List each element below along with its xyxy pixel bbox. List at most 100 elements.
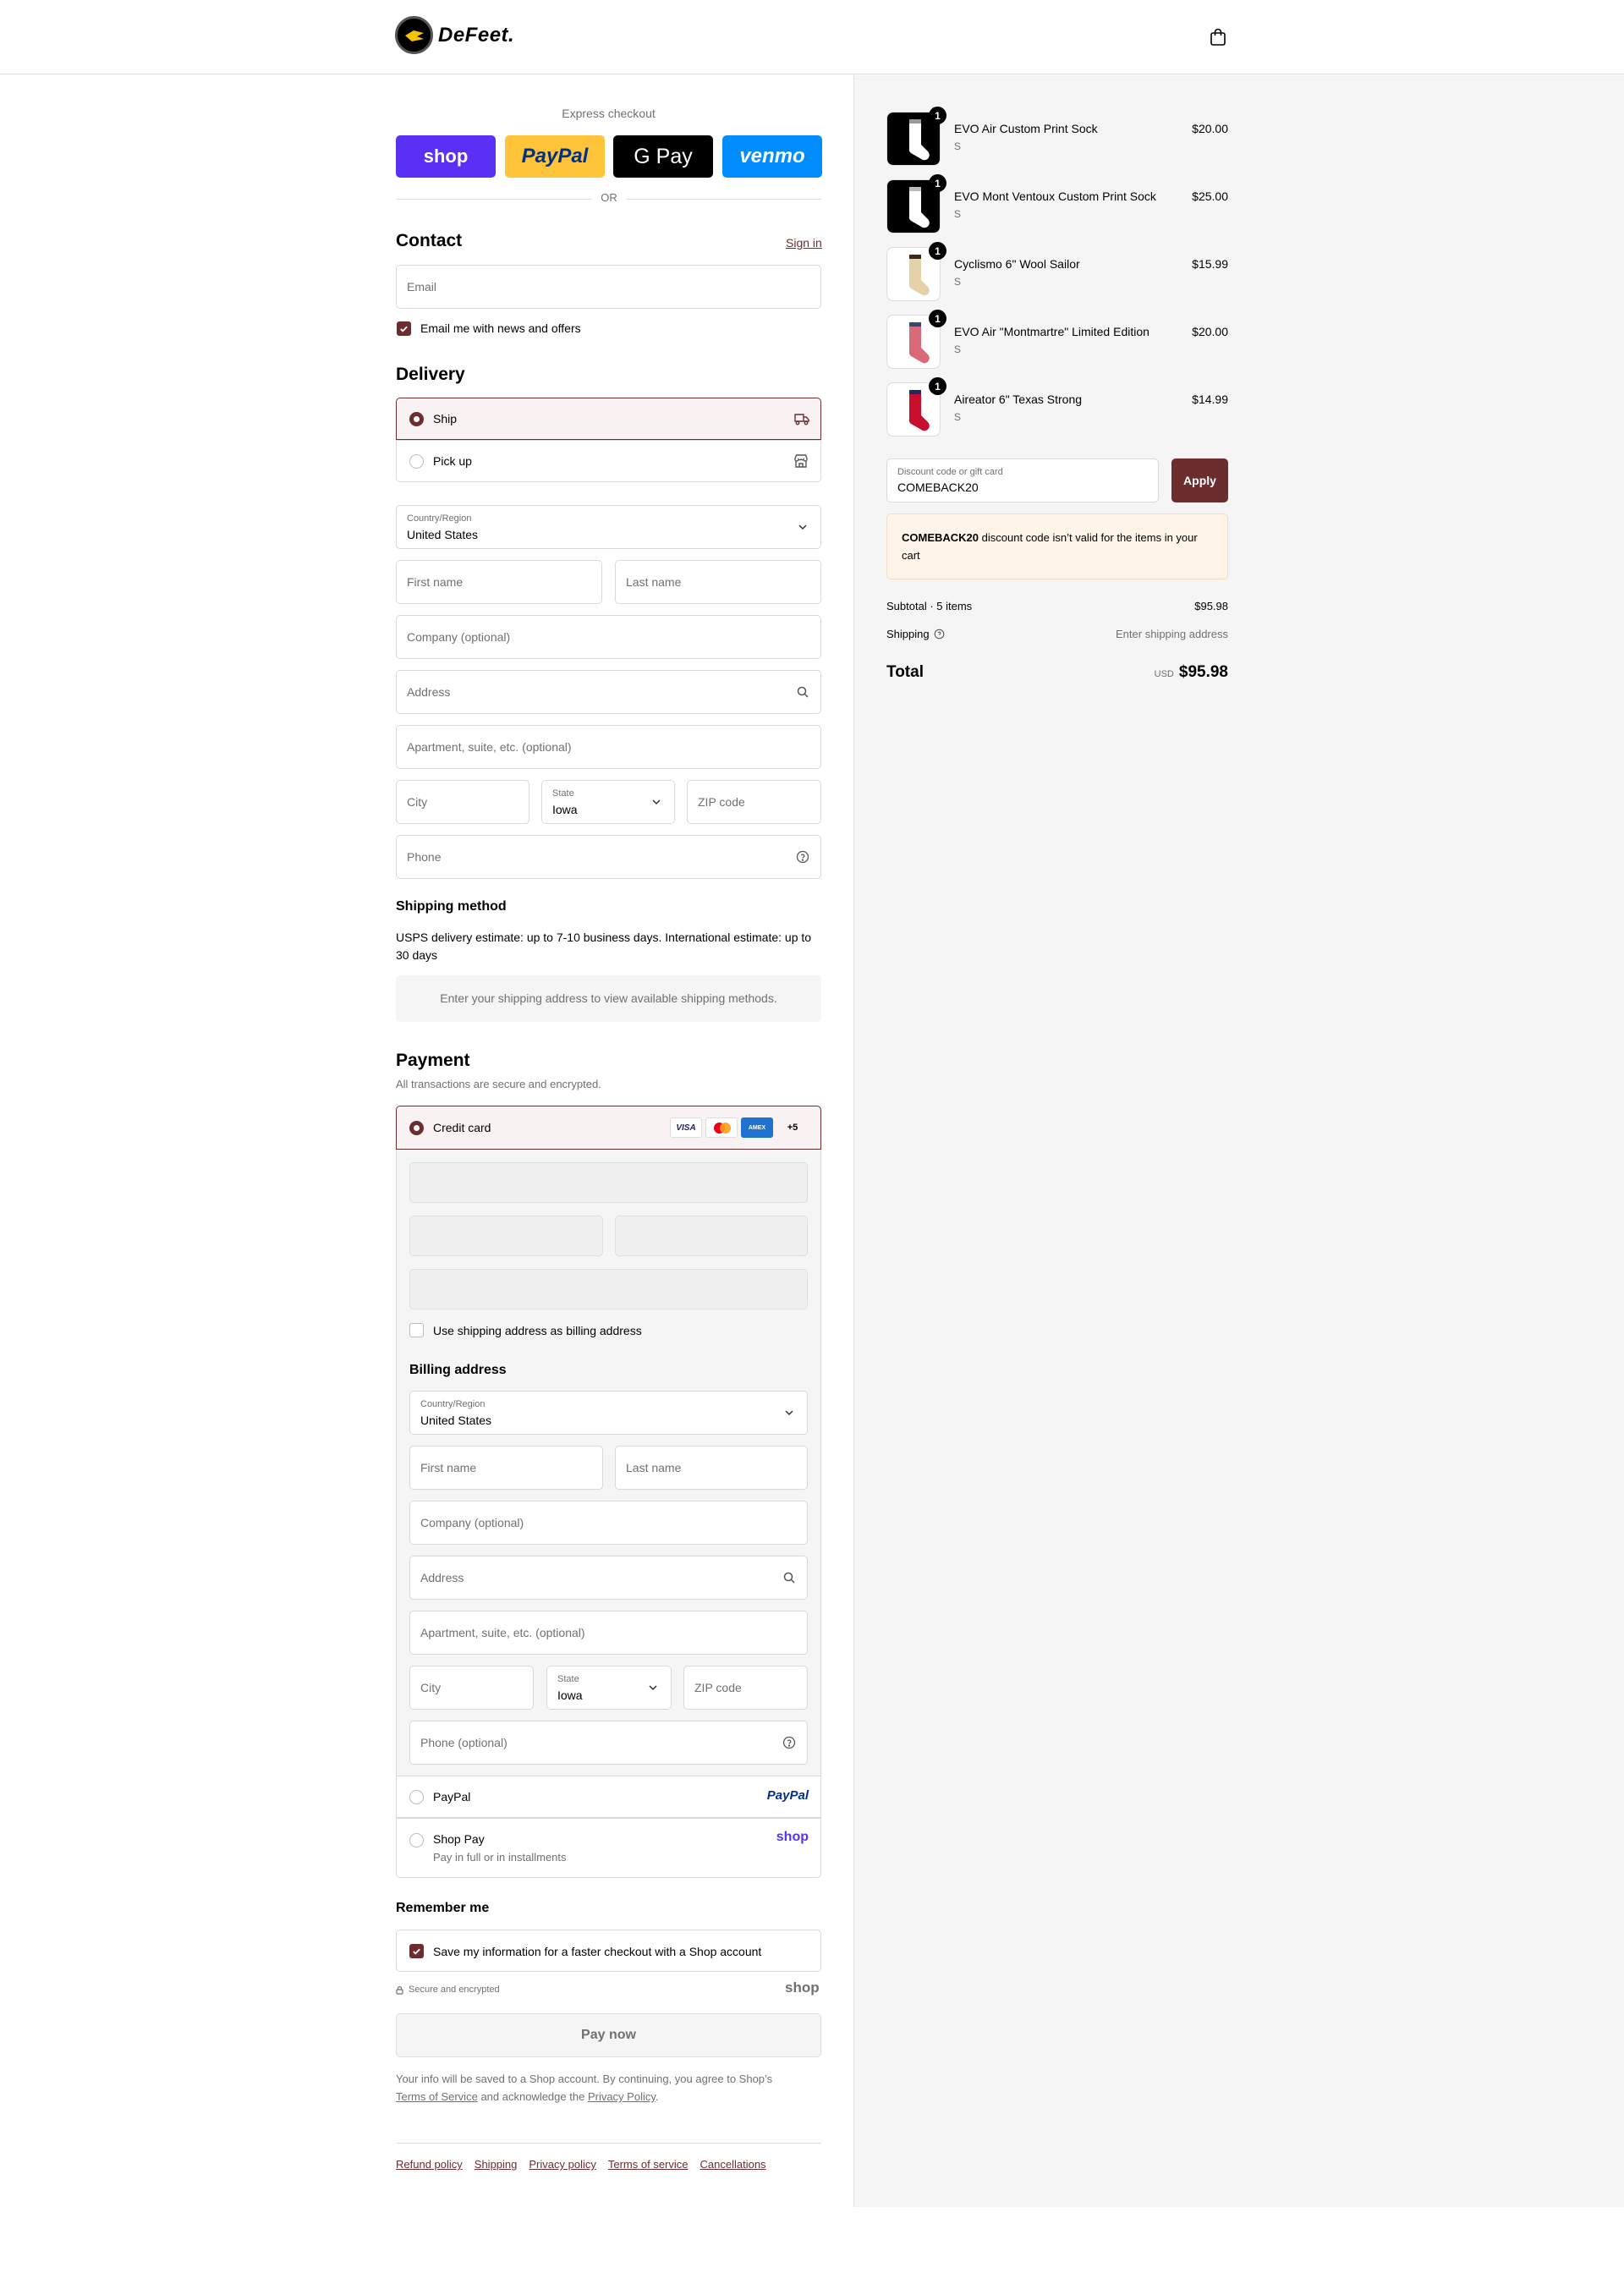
billing-zip-field[interactable]: ZIP code xyxy=(683,1666,808,1710)
quantity-badge: 1 xyxy=(929,310,946,327)
pickup-option[interactable]: Pick up xyxy=(396,440,821,482)
help-icon[interactable] xyxy=(796,850,809,864)
billing-country-select[interactable]: Country/Region United States xyxy=(409,1391,808,1435)
apartment-placeholder: Apartment, suite, etc. (optional) xyxy=(407,740,572,754)
header: DeFeet. xyxy=(0,0,1624,74)
privacy-policy-footer-link[interactable]: Privacy policy xyxy=(529,2158,595,2171)
help-icon[interactable] xyxy=(782,1736,796,1749)
apply-discount-button[interactable]: Apply xyxy=(1171,458,1228,502)
paypal-option-label: PayPal xyxy=(433,1790,471,1804)
billing-state-select[interactable]: State Iowa xyxy=(546,1666,672,1710)
logo-text: DeFeet. xyxy=(438,23,515,47)
billing-city-field[interactable]: City xyxy=(409,1666,534,1710)
product-name: Cyclismo 6" Wool Sailor xyxy=(954,257,1080,271)
terms-of-service-link[interactable]: Terms of Service xyxy=(396,2090,478,2103)
security-code-field[interactable] xyxy=(615,1216,808,1256)
last-name-field[interactable]: Last name xyxy=(615,560,821,604)
venmo-button[interactable]: venmo xyxy=(722,135,822,178)
store-logo[interactable]: DeFeet. xyxy=(395,16,514,54)
phone-field[interactable]: Phone xyxy=(396,835,821,879)
credit-card-radio[interactable] xyxy=(409,1121,424,1135)
product-name: EVO Mont Ventoux Custom Print Sock xyxy=(954,189,1156,203)
product-price: $20.00 xyxy=(1192,122,1228,135)
shop-pay-radio[interactable] xyxy=(409,1833,424,1847)
cancellations-link[interactable]: Cancellations xyxy=(700,2158,766,2171)
shop-pay-option-sub: Pay in full or in installments xyxy=(433,1851,567,1864)
shipping-method-heading: Shipping method xyxy=(396,899,507,914)
secure-encrypted-label: Secure and encrypted xyxy=(409,1985,500,1995)
news-checkbox[interactable] xyxy=(397,321,411,336)
state-select[interactable]: State Iowa xyxy=(541,780,675,824)
apartment-field[interactable]: Apartment, suite, etc. (optional) xyxy=(396,725,821,769)
product-price: $25.00 xyxy=(1192,189,1228,203)
order-item: 1 EVO Air Custom Print Sock S $20.00 xyxy=(886,107,1228,167)
first-name-placeholder: First name xyxy=(407,575,464,589)
email-placeholder: Email xyxy=(407,280,437,294)
address-placeholder: Address xyxy=(407,685,451,699)
card-number-field[interactable] xyxy=(409,1162,808,1203)
billing-apartment-field[interactable]: Apartment, suite, etc. (optional) xyxy=(409,1611,808,1655)
quantity-badge: 1 xyxy=(929,242,946,260)
ship-label: Ship xyxy=(433,412,458,426)
billing-address-heading: Billing address xyxy=(409,1363,507,1377)
pay-now-button[interactable]: Pay now xyxy=(396,2013,821,2057)
shop-pay-button[interactable]: shop xyxy=(396,135,496,178)
shop-pay-option-label: Shop Pay xyxy=(433,1832,485,1846)
ship-radio[interactable] xyxy=(409,412,424,426)
billing-company-field[interactable]: Company (optional) xyxy=(409,1501,808,1545)
truck-icon xyxy=(794,414,809,426)
subtotal-label: Subtotal · 5 items xyxy=(886,600,973,612)
more-card-brands: +5 xyxy=(787,1123,798,1133)
help-icon[interactable] xyxy=(934,629,945,640)
product-price: $14.99 xyxy=(1192,393,1228,406)
city-field[interactable]: City xyxy=(396,780,529,824)
delivery-heading: Delivery xyxy=(396,365,465,384)
paypal-option[interactable]: PayPal PayPal xyxy=(396,1776,821,1818)
privacy-policy-link[interactable]: Privacy Policy xyxy=(588,2090,656,2103)
save-info-checkbox[interactable] xyxy=(409,1944,424,1958)
shopping-bag-icon[interactable] xyxy=(1208,27,1228,47)
shipping-estimate-note: USPS delivery estimate: up to 7-10 busin… xyxy=(396,931,812,962)
billing-state-value: Iowa xyxy=(557,1688,583,1702)
product-variant: S xyxy=(954,208,962,220)
billing-state-label: State xyxy=(557,1674,579,1684)
discount-code-field[interactable]: Discount code or gift card COMEBACK20 xyxy=(886,458,1159,502)
company-field[interactable]: Company (optional) xyxy=(396,615,821,659)
ship-option[interactable]: Ship xyxy=(396,398,821,440)
quantity-badge: 1 xyxy=(929,174,946,192)
phone-placeholder: Phone xyxy=(407,850,442,864)
shop-pay-label: shop xyxy=(423,145,469,167)
credit-card-option[interactable]: Credit card VISA AMEX +5 xyxy=(396,1106,821,1150)
paypal-button[interactable]: PayPal xyxy=(505,135,605,178)
amex-label: AMEX xyxy=(748,1124,766,1131)
quantity-badge: 1 xyxy=(929,107,946,124)
country-select[interactable]: Country/Region United States xyxy=(396,505,821,549)
total-label: Total xyxy=(886,663,924,681)
name-on-card-field[interactable] xyxy=(409,1269,808,1309)
terms-of-service-footer-link[interactable]: Terms of service xyxy=(608,2158,689,2171)
google-pay-button[interactable]: G Pay xyxy=(613,135,713,178)
shipping-policy-link[interactable]: Shipping xyxy=(475,2158,518,2171)
refund-policy-link[interactable]: Refund policy xyxy=(396,2158,463,2171)
use-shipping-checkbox[interactable] xyxy=(409,1323,424,1337)
billing-last-name-field[interactable]: Last name xyxy=(615,1446,808,1490)
expiration-field[interactable] xyxy=(409,1216,603,1256)
billing-company-placeholder: Company (optional) xyxy=(420,1516,524,1529)
paypal-radio[interactable] xyxy=(409,1790,424,1804)
billing-first-name-field[interactable]: First name xyxy=(409,1446,603,1490)
address-field[interactable]: Address xyxy=(396,670,821,714)
first-name-field[interactable]: First name xyxy=(396,560,602,604)
zip-field[interactable]: ZIP code xyxy=(687,780,821,824)
billing-address-field[interactable]: Address xyxy=(409,1556,808,1600)
shop-pay-option[interactable]: Shop Pay Pay in full or in installments … xyxy=(396,1818,821,1878)
sign-in-link[interactable]: Sign in xyxy=(786,236,822,250)
billing-country-label: Country/Region xyxy=(420,1399,486,1409)
pickup-radio[interactable] xyxy=(409,454,424,469)
email-field[interactable]: Email xyxy=(396,265,821,309)
product-name: EVO Air "Montmartre" Limited Edition xyxy=(954,325,1149,338)
save-info-option[interactable]: Save my information for a faster checkou… xyxy=(396,1930,821,1972)
billing-phone-field[interactable]: Phone (optional) xyxy=(409,1721,808,1765)
search-icon xyxy=(783,1572,795,1584)
state-value: Iowa xyxy=(552,803,578,816)
credit-card-panel: Use shipping address as billing address … xyxy=(396,1150,821,1776)
